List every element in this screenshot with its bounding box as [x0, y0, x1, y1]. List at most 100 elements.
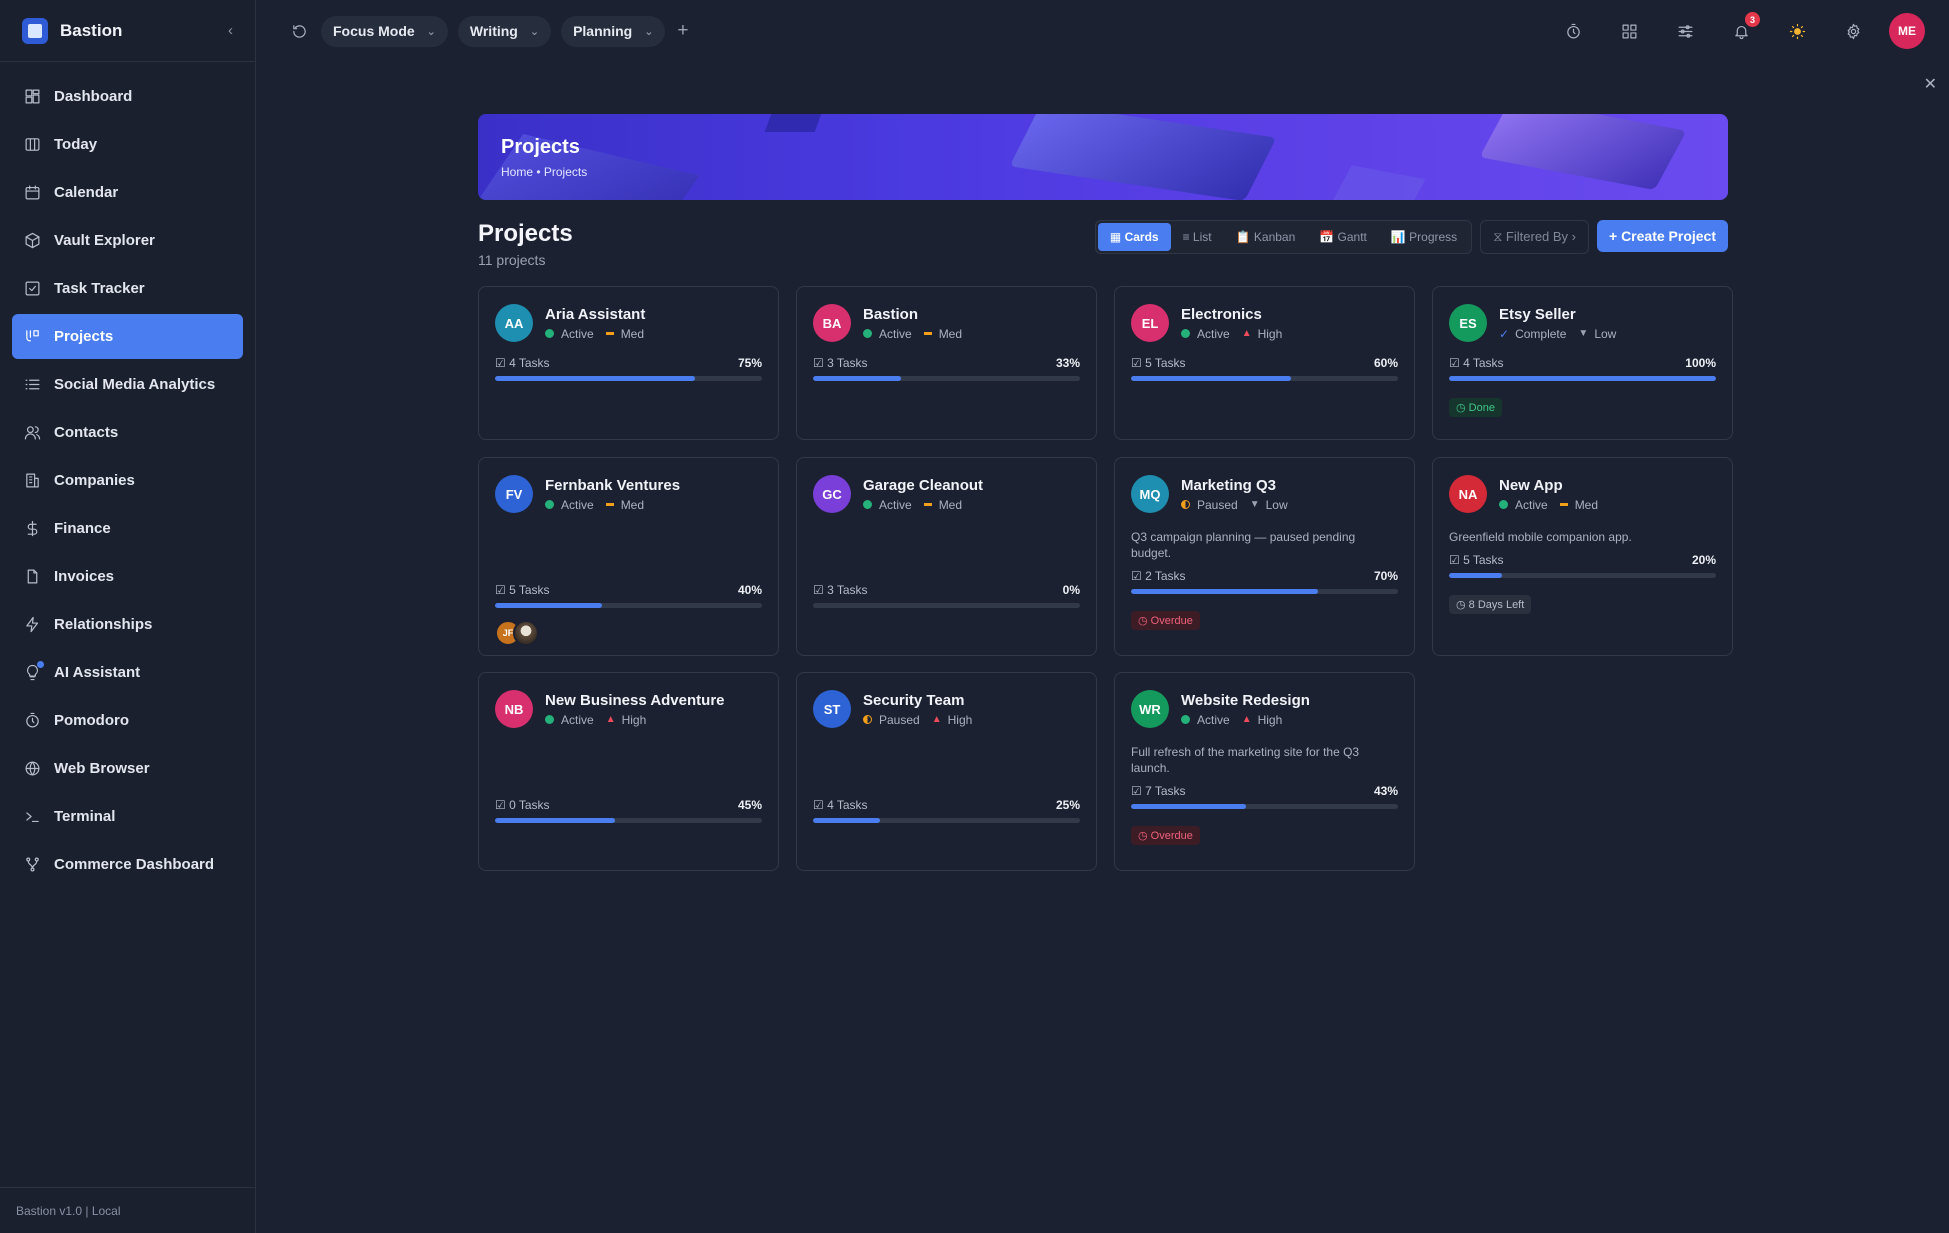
view-cards-button[interactable]: ▦ Cards [1097, 223, 1171, 251]
project-priority: High [621, 712, 647, 727]
bell-icon[interactable]: 3 [1729, 12, 1760, 43]
sidebar-item-relationships[interactable]: Relationships [12, 602, 243, 647]
sidebar-item-vault-explorer[interactable]: Vault Explorer [12, 218, 243, 263]
progress-bar [1449, 573, 1716, 578]
add-tab-icon[interactable]: + [677, 20, 688, 42]
project-priority: High [1257, 326, 1283, 341]
project-avatar: ST [813, 690, 851, 728]
project-card[interactable]: WR Website Redesign Active ▲ High Full refres… [1114, 672, 1415, 871]
progress-percent: 100% [1685, 356, 1716, 370]
project-meta: Active Med [545, 498, 680, 512]
columns-icon [24, 136, 41, 153]
project-grid: AA Aria Assistant Active Med ☑ 4 Tasks 75% BA B… [478, 286, 1733, 886]
create-project-button[interactable]: + Create Project [1597, 220, 1728, 252]
checkbox-icon: ☑ [1449, 553, 1464, 567]
sidebar-item-contacts[interactable]: Contacts [12, 410, 243, 455]
progress-percent: 60% [1373, 356, 1398, 370]
project-card[interactable]: EL Electronics Active ▲ High ☑ 5 Tasks 60% [1114, 286, 1415, 440]
banner-decoration [1009, 114, 1277, 200]
sidebar-item-projects[interactable]: Projects [12, 314, 243, 359]
sliders-icon[interactable] [1673, 19, 1697, 43]
project-card[interactable]: AA Aria Assistant Active Med ☑ 4 Tasks 75% [478, 286, 779, 440]
project-priority: High [1257, 712, 1283, 727]
checkbox-icon: ☑ [1131, 569, 1146, 583]
progress-percent: 70% [1373, 569, 1398, 583]
task-count-label: 5 Tasks [509, 583, 550, 597]
view-progress-button[interactable]: 📊 Progress [1379, 223, 1469, 251]
checkbox-icon: ☑ [813, 798, 828, 812]
sidebar-item-label: Terminal [54, 808, 116, 825]
project-priority: Med [1574, 497, 1599, 512]
project-card[interactable]: ST Security Team Paused ▲ High ☑ 4 Tasks 25% [796, 672, 1097, 871]
project-name: Garage Cleanout [863, 476, 984, 494]
grid-icon[interactable] [1617, 19, 1641, 43]
project-card[interactable]: BA Bastion Active Med ☑ 3 Tasks 33% [796, 286, 1097, 440]
sidebar-item-ai-assistant[interactable]: AI Assistant [12, 650, 243, 695]
chevron-down-icon: ⌄ [426, 25, 436, 38]
sidebar-item-task-tracker[interactable]: Task Tracker [12, 266, 243, 311]
project-card[interactable]: NA New App Active Med Greenfield mobile comp… [1432, 457, 1733, 656]
priority-med-icon [923, 332, 932, 335]
card-header: ES Etsy Seller ✓ Complete ▼ Low [1449, 304, 1716, 342]
task-row: ☑ 5 Tasks 20% [1449, 553, 1716, 567]
sidebar-item-commerce-dashboard[interactable]: Commerce Dashboard [12, 842, 243, 887]
view-kanban-button[interactable]: 📋 Kanban [1224, 223, 1308, 251]
timer-icon[interactable] [1561, 19, 1585, 43]
sidebar-item-terminal[interactable]: Terminal [12, 794, 243, 839]
sidebar-item-pomodoro[interactable]: Pomodoro [12, 698, 243, 743]
sun-icon[interactable] [1785, 19, 1809, 43]
sidebar-item-invoices[interactable]: Invoices [12, 554, 243, 599]
status-dot [863, 500, 872, 509]
breadcrumb[interactable]: Home • Projects [501, 165, 587, 179]
refresh-icon[interactable] [287, 19, 311, 43]
sidebar-item-social-media-analytics[interactable]: Social Media Analytics [12, 362, 243, 407]
project-avatar: MQ [1131, 475, 1169, 513]
check-icon: ✓ [1499, 326, 1510, 341]
gear-icon[interactable] [1841, 19, 1865, 43]
main-content: Projects Home • Projects Projects 11 pro… [478, 114, 1733, 886]
sidebar-item-label: Commerce Dashboard [54, 856, 215, 873]
progress-fill [495, 376, 696, 381]
close-icon[interactable]: ✕ [1924, 74, 1937, 94]
sidebar-item-label: AI Assistant [54, 664, 141, 681]
sidebar-item-dashboard[interactable]: Dashboard [12, 74, 243, 119]
chevron-down-icon: ⌄ [644, 25, 654, 38]
project-card[interactable]: MQ Marketing Q3 Paused ▼ Low Q3 campaign plan… [1114, 457, 1415, 656]
tab-focus-mode[interactable]: Focus Mode ⌄ [321, 15, 448, 47]
progress-fill [495, 603, 602, 608]
project-card[interactable]: NB New Business Adventure Active ▲ High ☑ 0 T… [478, 672, 779, 871]
project-card[interactable]: ES Etsy Seller ✓ Complete ▼ Low ☑ 4 Tasks 100% ◷… [1432, 286, 1733, 440]
filter-button[interactable]: ⧖ Filtered By › [1480, 220, 1589, 254]
version-label: Bastion v1.0 | Local [0, 1187, 255, 1233]
view-gantt-button[interactable]: 📅 Gantt [1307, 223, 1379, 251]
view-list-button[interactable]: ≡ List [1171, 223, 1224, 251]
task-count: ☑ 2 Tasks [1131, 569, 1186, 583]
project-avatar: WR [1131, 690, 1169, 728]
project-card[interactable]: FV Fernbank Ventures Active Med ☑ 5 Tasks 40%… [478, 457, 779, 656]
user-avatar[interactable]: ME [1889, 13, 1925, 49]
collapse-sidebar-icon[interactable]: ‹ [228, 22, 233, 39]
tab-writing[interactable]: Writing ⌄ [457, 15, 552, 47]
banner-title: Projects [501, 136, 580, 158]
app-logo [22, 17, 48, 44]
sidebar-item-companies[interactable]: Companies [12, 458, 243, 503]
sidebar-item-finance[interactable]: Finance [12, 506, 243, 551]
tab-planning[interactable]: Planning ⌄ [561, 15, 666, 47]
sidebar-item-calendar[interactable]: Calendar [12, 170, 243, 215]
status-badge: ◷ Overdue [1131, 611, 1200, 630]
sidebar-item-label: Today [54, 136, 98, 153]
project-card[interactable]: GC Garage Cleanout Active Med ☑ 3 Tasks 0% [796, 457, 1097, 656]
sidebar-item-web-browser[interactable]: Web Browser [12, 746, 243, 791]
page-header: Projects 11 projects ▦ Cards ≡ List 📋 Ka… [478, 220, 1728, 268]
task-count-label: 4 Tasks [509, 356, 550, 370]
sidebar-item-today[interactable]: Today [12, 122, 243, 167]
project-name: New App [1499, 476, 1563, 494]
project-avatar: ES [1449, 304, 1487, 342]
banner-decoration [764, 114, 822, 132]
progress-percent: 25% [1055, 798, 1080, 812]
progress-bar [813, 376, 1080, 381]
users-icon [24, 424, 41, 441]
project-description: Q3 campaign planning — paused pending bu… [1131, 530, 1356, 560]
member-avatar-photo[interactable] [513, 620, 539, 646]
branch-icon [24, 856, 41, 873]
